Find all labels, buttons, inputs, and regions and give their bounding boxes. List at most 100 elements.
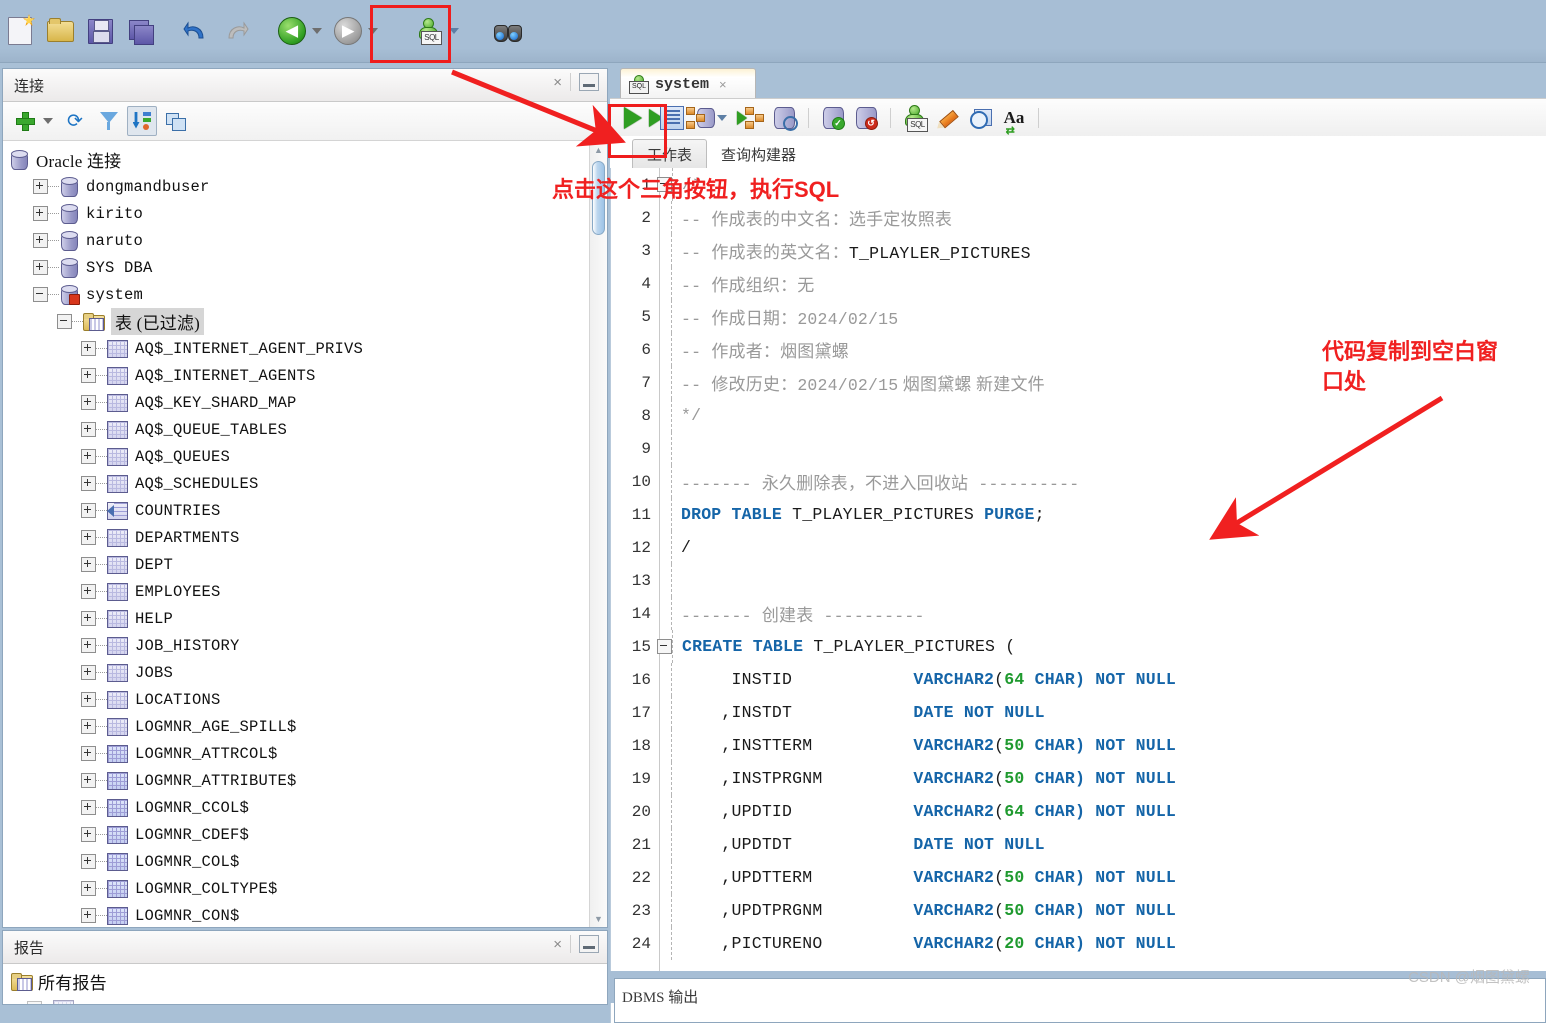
connections-tree[interactable]: Oracle 连接 dongmandbuser kirito naruto SYS DB… bbox=[3, 141, 607, 927]
tree-item-locations[interactable]: LOCATIONS bbox=[3, 686, 607, 713]
refresh-button[interactable]: ⟳ bbox=[63, 107, 91, 135]
expander-icon[interactable] bbox=[81, 557, 96, 572]
find-button[interactable] bbox=[491, 14, 525, 48]
code-line[interactable]: 15 CREATE TABLE T_PLAYLER_PICTURES ( bbox=[611, 630, 1546, 663]
code-line[interactable]: 4 -- 作成组织：无 bbox=[611, 267, 1546, 300]
save-all-button[interactable] bbox=[123, 14, 157, 48]
tree-item-dongmandbuser[interactable]: dongmandbuser bbox=[3, 173, 607, 200]
tab-system[interactable]: SQL system × bbox=[620, 68, 756, 99]
scroll-down-icon[interactable]: ▼ bbox=[590, 910, 607, 927]
expander-icon[interactable] bbox=[81, 692, 96, 707]
expander-icon[interactable] bbox=[81, 746, 96, 761]
close-icon[interactable]: × bbox=[553, 937, 562, 952]
tree-item-logmnr-age-spill[interactable]: LOGMNR_AGE_SPILL$ bbox=[3, 713, 607, 740]
expander-icon[interactable] bbox=[81, 422, 96, 437]
sort-button[interactable] bbox=[127, 106, 157, 136]
tree-item-aq-queue-tables[interactable]: AQ$_QUEUE_TABLES bbox=[3, 416, 607, 443]
expander-icon[interactable] bbox=[81, 827, 96, 842]
undo-button[interactable] bbox=[179, 14, 213, 48]
tree-item-departments[interactable]: DEPARTMENTS bbox=[3, 524, 607, 551]
list-item[interactable] bbox=[7, 995, 607, 1004]
filter-button[interactable] bbox=[95, 107, 123, 135]
code-line[interactable]: 23 ,UPDTPRGNM VARCHAR2(50 CHAR) NOT NULL bbox=[611, 894, 1546, 927]
expander-icon[interactable] bbox=[81, 665, 96, 680]
freeze-pane-button[interactable] bbox=[161, 107, 189, 135]
sql-worksheet-dropdown-caret[interactable] bbox=[449, 28, 459, 34]
commit-button[interactable]: ✓ bbox=[818, 103, 848, 133]
collapser-icon[interactable] bbox=[57, 314, 72, 329]
code-line[interactable]: 16 INSTID VARCHAR2(64 CHAR) NOT NULL bbox=[611, 663, 1546, 696]
code-line[interactable]: 19 ,INSTPRGNM VARCHAR2(50 CHAR) NOT NULL bbox=[611, 762, 1546, 795]
code-line[interactable]: 8 */ bbox=[611, 399, 1546, 432]
sql-code-editor[interactable]: 1/* 2 -- 作成表的中文名：选手定妆照表 3 -- 作成表的英文名：T_PLAYL… bbox=[610, 168, 1546, 1023]
open-file-button[interactable] bbox=[43, 14, 77, 48]
code-line[interactable]: 12 / bbox=[611, 531, 1546, 564]
chevron-down-icon[interactable] bbox=[43, 118, 53, 124]
expander-icon[interactable] bbox=[81, 908, 96, 923]
close-icon[interactable]: × bbox=[553, 75, 562, 90]
sql-history-button[interactable] bbox=[769, 103, 799, 133]
expander-icon[interactable] bbox=[81, 638, 96, 653]
expander-icon[interactable] bbox=[81, 449, 96, 464]
tree-item-logmnr-coltype[interactable]: LOGMNR_COLTYPE$ bbox=[3, 875, 607, 902]
code-line[interactable]: 17 ,INSTDT DATE NOT NULL bbox=[611, 696, 1546, 729]
tree-item-aq-key-shard-map[interactable]: AQ$_KEY_SHARD_MAP bbox=[3, 389, 607, 416]
expander-icon[interactable] bbox=[81, 341, 96, 356]
tab-query-builder[interactable]: 查询构建器 bbox=[707, 140, 810, 168]
tree-item-job-history[interactable]: JOB_HISTORY bbox=[3, 632, 607, 659]
tree-item-dept[interactable]: DEPT bbox=[3, 551, 607, 578]
connections-tree-scrollbar[interactable]: ▲ ▼ bbox=[589, 141, 607, 927]
tab-worksheet[interactable]: 工作表 bbox=[632, 139, 708, 168]
fold-toggle-icon[interactable] bbox=[657, 639, 672, 654]
tree-item-logmnr-attrcol[interactable]: LOGMNR_ATTRCOL$ bbox=[3, 740, 607, 767]
tree-item-help[interactable]: HELP bbox=[3, 605, 607, 632]
expander-icon[interactable] bbox=[81, 611, 96, 626]
expander-icon[interactable] bbox=[81, 530, 96, 545]
code-line[interactable]: 24 ,PICTURENO VARCHAR2(20 CHAR) NOT NULL bbox=[611, 927, 1546, 960]
tree-item-logmnr-col[interactable]: LOGMNR_COL$ bbox=[3, 848, 607, 875]
expander-icon[interactable] bbox=[81, 584, 96, 599]
timing-button[interactable] bbox=[966, 103, 996, 133]
tree-item-logmnr-attribute[interactable]: LOGMNR_ATTRIBUTE$ bbox=[3, 767, 607, 794]
forward-button[interactable]: ▶ bbox=[331, 14, 365, 48]
code-line[interactable]: 9 bbox=[611, 432, 1546, 465]
redo-button[interactable] bbox=[219, 14, 253, 48]
tree-item-sys-dba[interactable]: SYS DBA bbox=[3, 254, 607, 281]
expander-icon[interactable] bbox=[81, 719, 96, 734]
tree-item-logmnr-con[interactable]: LOGMNR_CON$ bbox=[3, 902, 607, 927]
minimize-icon[interactable] bbox=[579, 935, 599, 953]
tree-item-[interactable]: 表 (已过滤) bbox=[3, 308, 607, 335]
chevron-down-icon[interactable] bbox=[717, 115, 727, 121]
expander-icon[interactable] bbox=[27, 1001, 42, 1004]
expander-icon[interactable] bbox=[81, 368, 96, 383]
new-file-button[interactable] bbox=[3, 14, 37, 48]
tree-item-countries[interactable]: COUNTRIES bbox=[3, 497, 607, 524]
code-line[interactable]: 13 bbox=[611, 564, 1546, 597]
tree-item-logmnr-cdef[interactable]: LOGMNR_CDEF$ bbox=[3, 821, 607, 848]
minimize-icon[interactable] bbox=[579, 73, 599, 91]
tree-item-naruto[interactable]: naruto bbox=[3, 227, 607, 254]
code-line[interactable]: 3 -- 作成表的英文名：T_PLAYLER_PICTURES bbox=[611, 234, 1546, 267]
code-line[interactable]: 14 ------- 创建表 ---------- bbox=[611, 597, 1546, 630]
explain-plan-button[interactable] bbox=[736, 103, 766, 133]
forward-dropdown-caret[interactable] bbox=[368, 28, 378, 34]
code-line[interactable]: 22 ,UPDTTERM VARCHAR2(50 CHAR) NOT NULL bbox=[611, 861, 1546, 894]
code-line[interactable]: 2 -- 作成表的中文名：选手定妆照表 bbox=[611, 201, 1546, 234]
new-sql-worksheet-button[interactable]: SQL bbox=[412, 14, 446, 48]
close-icon[interactable]: × bbox=[719, 77, 727, 92]
scroll-up-icon[interactable]: ▲ bbox=[590, 141, 607, 158]
expander-icon[interactable] bbox=[81, 395, 96, 410]
expander-icon[interactable] bbox=[33, 206, 48, 221]
clear-button[interactable] bbox=[933, 103, 963, 133]
tree-item-employees[interactable]: EMPLOYEES bbox=[3, 578, 607, 605]
unshared-worksheet-button[interactable]: SQL bbox=[900, 103, 930, 133]
tree-item-aq-internet-agent-privs[interactable]: AQ$_INTERNET_AGENT_PRIVS bbox=[3, 335, 607, 362]
code-line[interactable]: 21 ,UPDTDT DATE NOT NULL bbox=[611, 828, 1546, 861]
save-button[interactable] bbox=[83, 14, 117, 48]
expander-icon[interactable] bbox=[81, 773, 96, 788]
expander-icon[interactable] bbox=[81, 854, 96, 869]
code-line[interactable]: 20 ,UPDTID VARCHAR2(64 CHAR) NOT NULL bbox=[611, 795, 1546, 828]
autotrace-button[interactable] bbox=[684, 103, 715, 133]
new-connection-button[interactable] bbox=[11, 107, 39, 135]
back-button[interactable]: ◀ bbox=[275, 14, 309, 48]
